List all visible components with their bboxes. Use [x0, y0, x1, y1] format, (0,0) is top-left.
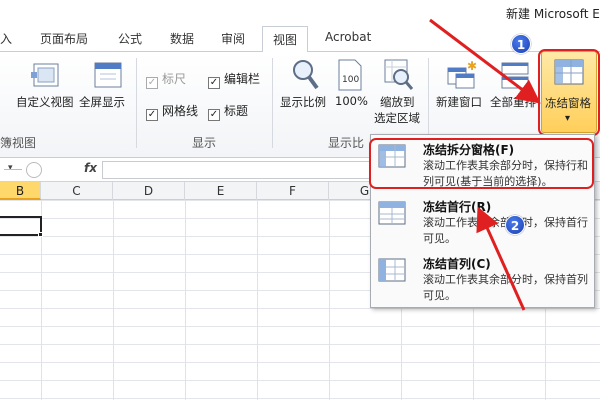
- group-label-zoom: 显示比: [328, 136, 365, 150]
- tab-insert[interactable]: 入: [0, 30, 12, 47]
- new-window-icon: ✱: [447, 60, 477, 89]
- formula-cancel-icon[interactable]: [26, 162, 42, 178]
- freeze-button-highlight: [538, 49, 600, 136]
- new-window-label: 新建窗口: [436, 95, 482, 109]
- arrange-all-icon: [501, 62, 529, 89]
- tab-acrobat[interactable]: Acrobat: [325, 30, 371, 44]
- zoom-100-label: 100%: [335, 94, 368, 108]
- column-header-d[interactable]: D: [113, 182, 185, 200]
- zoom-label: 显示比例: [280, 95, 326, 109]
- ruler-check-icon: ✓: [146, 77, 158, 89]
- menu-item-freeze-first-column[interactable]: 冻结首列(C) 滚动工作表其余部分时，保持首列可见。: [371, 251, 596, 307]
- full-screen-label: 全屏显示: [79, 95, 125, 109]
- ribbon-tabs: 入 页面布局 公式 数据 审阅 视图 Acrobat: [0, 26, 600, 53]
- zoom-selection-icon: [384, 59, 414, 90]
- tab-page-layout[interactable]: 页面布局: [40, 30, 88, 47]
- active-cell[interactable]: [0, 216, 42, 236]
- svg-text:✱: ✱: [467, 60, 477, 73]
- tab-data[interactable]: 数据: [170, 30, 194, 47]
- menu-item-desc: 滚动工作表其余部分时，保持首列可见。: [423, 273, 588, 302]
- insert-function-icon[interactable]: fx: [84, 161, 97, 175]
- gridlines-check-icon: ✓: [146, 109, 158, 121]
- separator: [272, 58, 273, 148]
- menu-item-title: 冻结首列(C): [423, 257, 491, 271]
- group-label-show: 显示: [192, 136, 217, 150]
- freeze-top-row-icon: [378, 201, 406, 225]
- column-header-b[interactable]: B: [0, 182, 41, 200]
- formula-input[interactable]: [102, 161, 372, 179]
- headings-check-icon: ✓: [208, 109, 220, 121]
- column-header-c[interactable]: C: [41, 182, 113, 200]
- annotation-badge-2: 2: [505, 215, 525, 235]
- formula-bar-check-icon: ✓: [208, 77, 220, 89]
- title-bar: 新建 Microsoft E: [0, 0, 600, 26]
- custom-view-label: 自定义视图: [16, 95, 74, 109]
- zoom-selection-label-1: 缩放到: [380, 95, 415, 109]
- headings-label: 标题: [224, 104, 249, 118]
- zoom-selection-label-2: 选定区域: [374, 111, 420, 125]
- menu-item-highlight: [369, 138, 594, 189]
- group-label-workbook-views: 簿视图: [0, 136, 37, 150]
- custom-view-icon: [31, 63, 59, 87]
- tab-view[interactable]: 视图: [262, 26, 309, 53]
- formula-bar-divider: [4, 169, 22, 170]
- full-screen-icon: [94, 62, 122, 88]
- menu-item-freeze-top-row[interactable]: 冻结首行(R) 滚动工作表其余部分时，保持首行可见。: [371, 194, 596, 250]
- formula-bar-label: 编辑栏: [224, 72, 261, 86]
- column-header-e[interactable]: E: [185, 182, 257, 200]
- formula-bar-checkbox[interactable]: ✓ 编辑栏: [208, 70, 260, 89]
- gridlines-label: 网格线: [162, 104, 199, 118]
- gridlines-checkbox[interactable]: ✓ 网格线: [146, 102, 198, 121]
- fill-handle[interactable]: [38, 232, 43, 237]
- svg-text:100: 100: [342, 75, 359, 85]
- tab-review[interactable]: 审阅: [221, 30, 245, 47]
- column-header-f[interactable]: F: [257, 182, 329, 200]
- arrange-all-label: 全部重排: [490, 95, 536, 109]
- tab-formulas[interactable]: 公式: [118, 30, 142, 47]
- annotation-badge-1: 1: [511, 34, 531, 54]
- zoom-100-icon: 100: [338, 59, 362, 91]
- window-title: 新建 Microsoft E: [506, 7, 600, 21]
- name-box-dropdown-icon[interactable]: ▾: [8, 163, 13, 173]
- ruler-label: 标尺: [162, 72, 187, 86]
- ruler-checkbox: ✓ 标尺: [146, 70, 186, 89]
- menu-item-title: 冻结首行(R): [423, 200, 492, 214]
- magnifier-icon: [293, 60, 319, 90]
- headings-checkbox[interactable]: ✓ 标题: [208, 102, 248, 121]
- freeze-first-column-icon: [378, 258, 406, 282]
- separator: [136, 58, 137, 148]
